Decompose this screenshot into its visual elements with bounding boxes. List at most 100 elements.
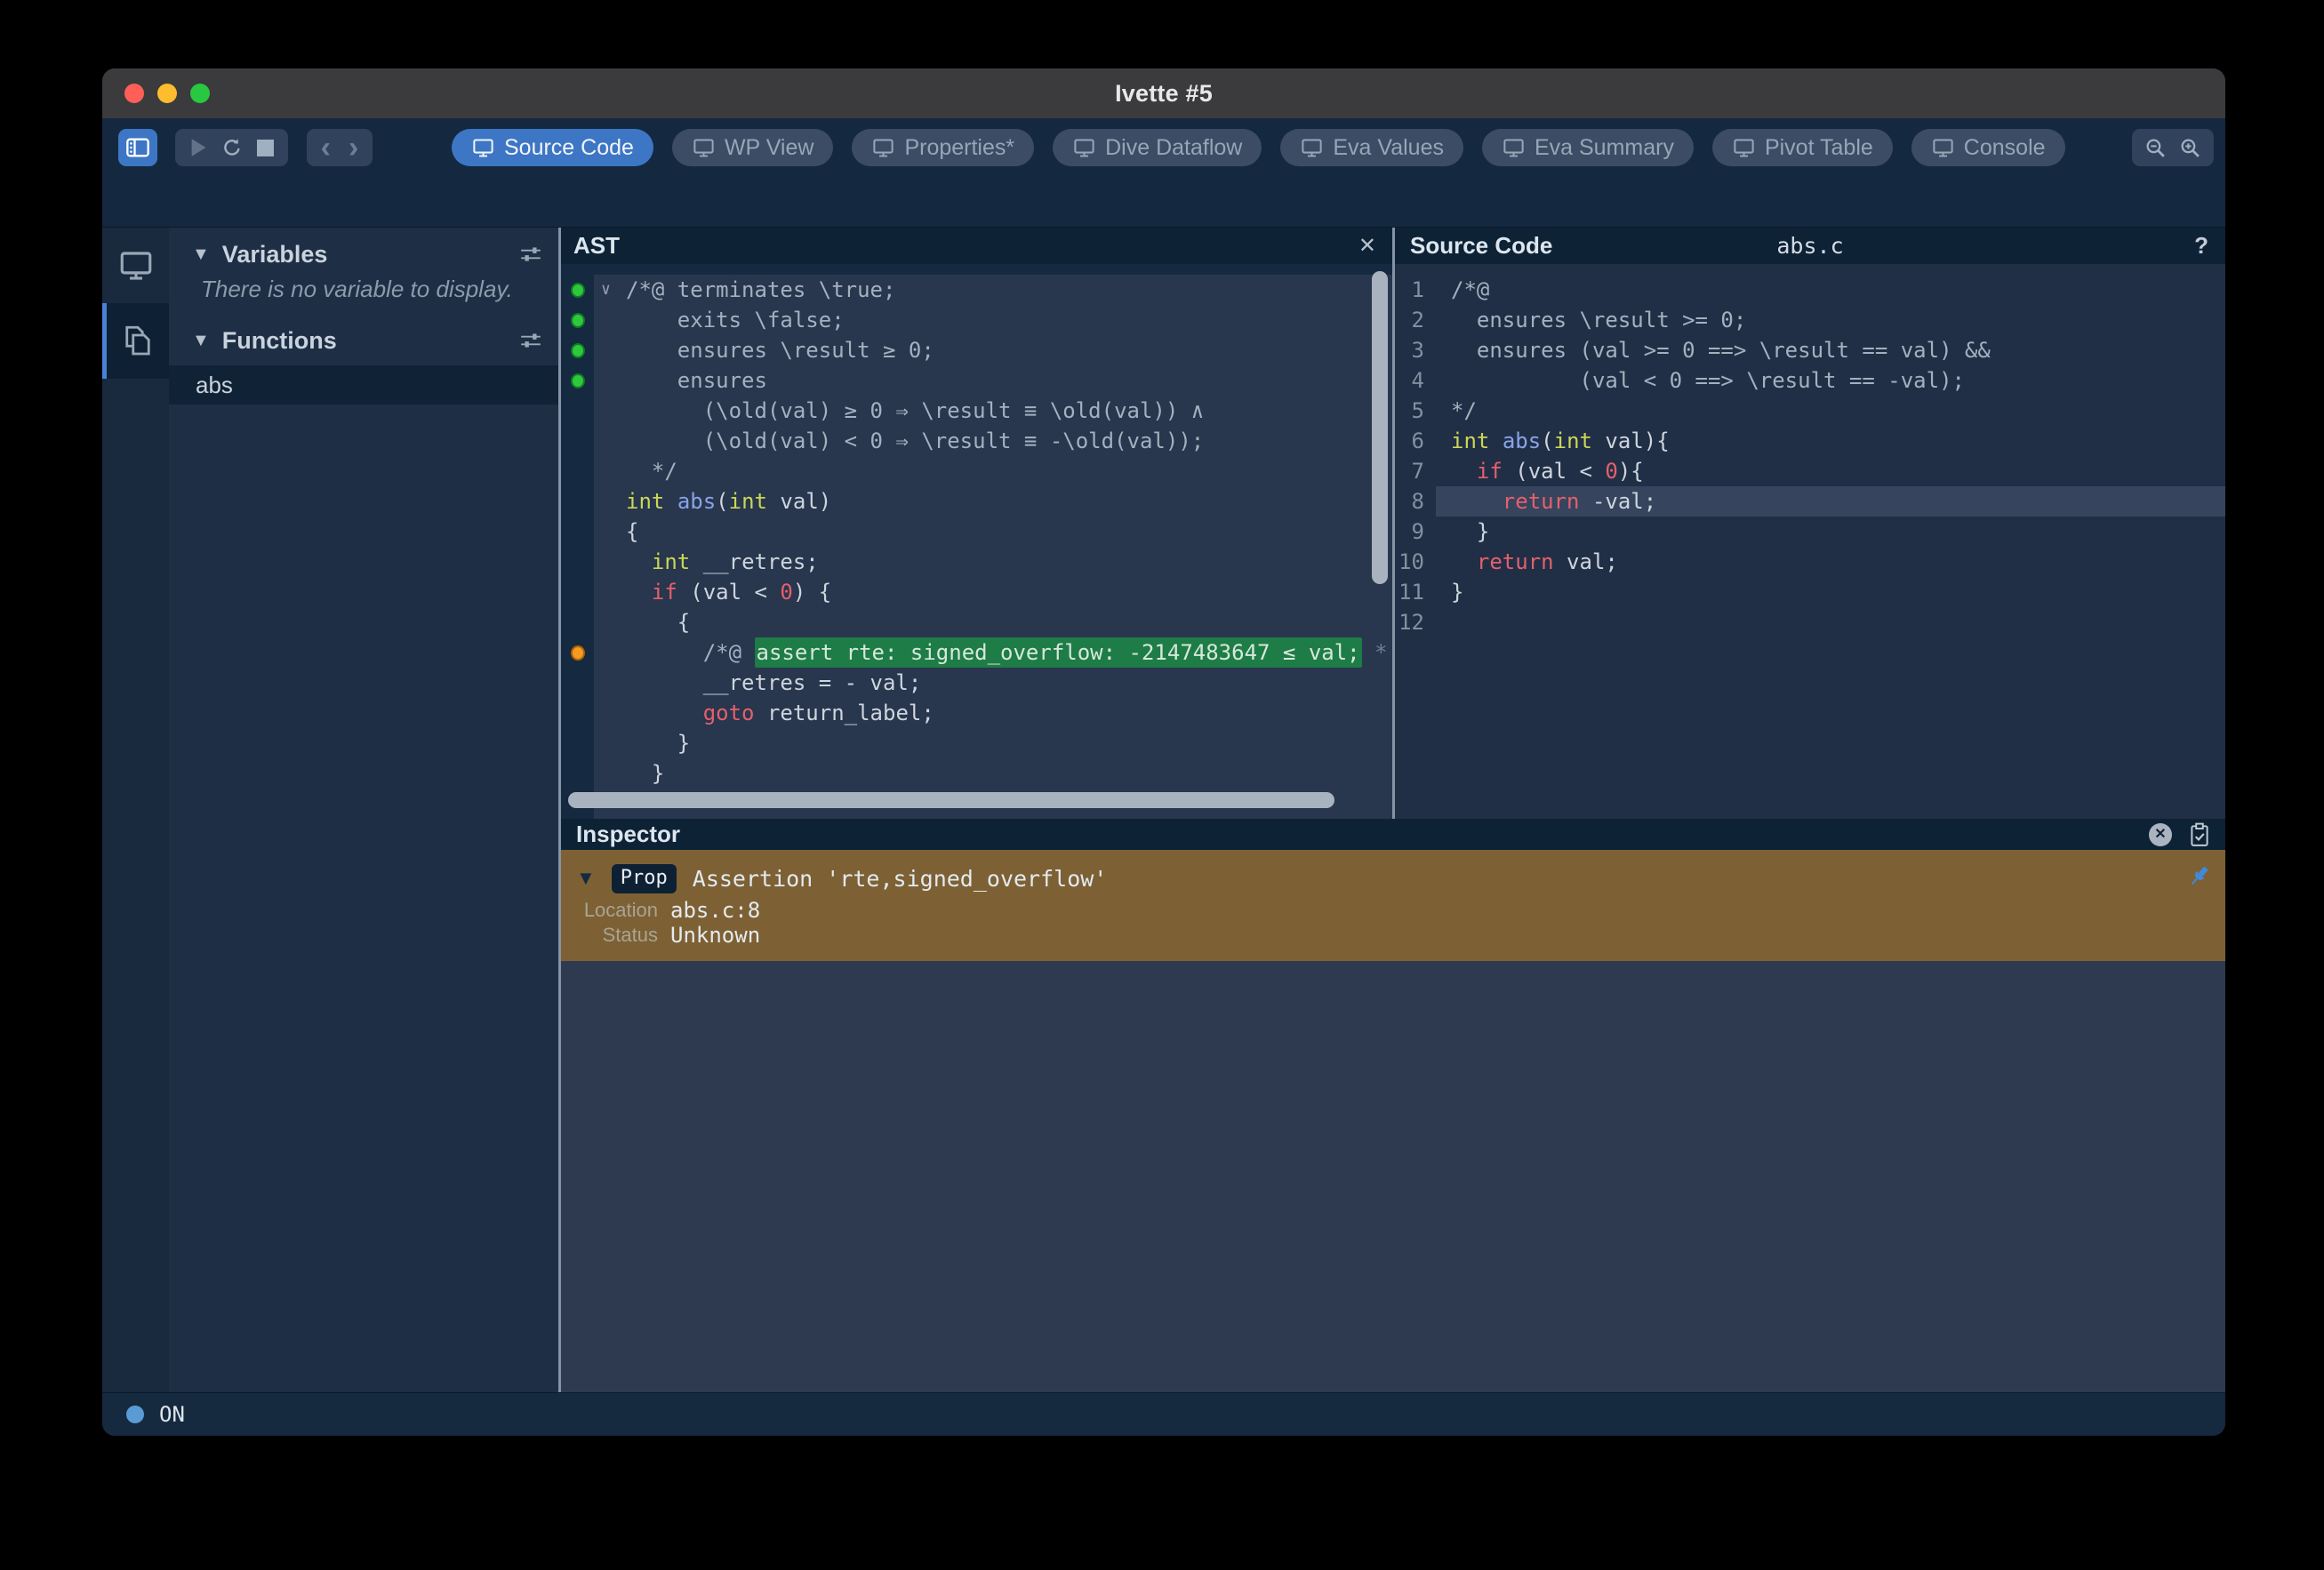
ast-code-line[interactable]: (\old(val) < 0 ⇒ \result ≡ -\old(val)); xyxy=(561,426,1392,456)
expand-chevron-icon[interactable]: ∨ xyxy=(601,275,611,305)
sidebar-toggle-button[interactable] xyxy=(118,129,157,166)
clear-items-icon[interactable]: ✕ xyxy=(2149,823,2172,846)
monitor-icon xyxy=(1300,137,1324,159)
ast-bullet-gutter xyxy=(561,577,594,607)
sidebar-section-functions[interactable]: ▼ Functions xyxy=(169,321,558,360)
ast-code-line[interactable]: */ xyxy=(561,456,1392,486)
ast-bullet-gutter xyxy=(561,517,594,547)
ast-code-line[interactable]: int __retres; xyxy=(561,547,1392,577)
play-icon[interactable] xyxy=(189,138,207,157)
source-code-line[interactable]: 3 ensures (val >= 0 ==> \result == val) … xyxy=(1395,335,2225,365)
minimize-window-button[interactable] xyxy=(157,84,177,103)
sidebar-section-variables[interactable]: ▼ Variables xyxy=(169,235,558,274)
ast-code-line[interactable]: __retres = - val; xyxy=(561,668,1392,698)
source-code-line[interactable]: 1/*@ xyxy=(1395,275,2225,305)
zoom-in-icon[interactable] xyxy=(2179,137,2201,159)
maximize-window-button[interactable] xyxy=(190,84,210,103)
sidebar: ▼ Variables There is no variable to disp… xyxy=(169,228,558,1392)
function-item-abs[interactable]: abs xyxy=(169,365,558,405)
monitor-icon xyxy=(1732,137,1756,159)
filter-settings-icon[interactable] xyxy=(519,244,542,265)
source-code-line[interactable]: 2 ensures \result >= 0; xyxy=(1395,305,2225,335)
ast-code-line[interactable]: { xyxy=(561,517,1392,547)
filter-settings-icon[interactable] xyxy=(519,330,542,351)
tab-label: Properties* xyxy=(904,135,1014,161)
ast-bullet-gutter xyxy=(561,668,594,698)
tab-wp-view[interactable]: WP View xyxy=(672,129,834,166)
collapse-triangle-icon[interactable]: ▼ xyxy=(192,244,210,265)
ast-code-line[interactable]: goto return_label; xyxy=(561,698,1392,728)
source-code-line[interactable]: 12 xyxy=(1395,607,2225,637)
monitor-icon xyxy=(1072,137,1096,159)
green-status-bullet-icon xyxy=(571,283,585,298)
source-code-line[interactable]: 9 } xyxy=(1395,517,2225,547)
functions-list: abs xyxy=(169,365,558,405)
ast-code-line[interactable]: ∨/*@ terminates \true; xyxy=(561,275,1392,305)
tab-label: Dive Dataflow xyxy=(1105,135,1242,161)
tab-source-code[interactable]: Source Code xyxy=(452,129,653,166)
tab-dive-dataflow[interactable]: Dive Dataflow xyxy=(1053,129,1262,166)
source-code-line[interactable]: 5*/ xyxy=(1395,396,2225,426)
line-number: 7 xyxy=(1395,456,1436,486)
ast-code-area[interactable]: ∨/*@ terminates \true; exits \false; ens… xyxy=(561,264,1392,819)
close-window-button[interactable] xyxy=(124,84,144,103)
ast-bullet-gutter xyxy=(561,547,594,577)
dock-close-icon[interactable]: ✕ xyxy=(1358,233,1392,259)
ast-code-line[interactable]: } xyxy=(561,758,1392,789)
source-code-area[interactable]: 1/*@2 ensures \result >= 0;3 ensures (va… xyxy=(1395,264,2225,819)
history-controls: ‹ › xyxy=(307,129,373,166)
pin-icon[interactable] xyxy=(2186,862,2213,889)
orange-status-bullet-icon xyxy=(571,645,585,661)
rail-item-states[interactable] xyxy=(102,228,169,303)
help-icon[interactable]: ? xyxy=(2194,232,2225,260)
ast-code-line[interactable]: /*@ assert rte: signed_overflow: -214748… xyxy=(561,637,1392,668)
inspector-panel: Inspector ✕ ▼ Prop Assertion ' xyxy=(561,819,2225,1392)
line-number: 3 xyxy=(1395,335,1436,365)
inspector-selected-item[interactable]: ▼ Prop Assertion 'rte,signed_overflow' L… xyxy=(561,850,2225,961)
monitor-icon xyxy=(692,137,716,159)
zoom-out-icon[interactable] xyxy=(2144,137,2167,159)
ast-code-line[interactable]: if (val < 0) { xyxy=(561,577,1392,607)
source-code-line[interactable]: 4 (val < 0 ==> \result == -val); xyxy=(1395,365,2225,396)
collapse-triangle-icon[interactable]: ▼ xyxy=(576,867,596,890)
monitor-icon xyxy=(1502,137,1526,159)
ast-code-line[interactable]: } xyxy=(561,728,1392,758)
tab-properties[interactable]: Properties* xyxy=(852,129,1034,166)
source-code-line[interactable]: 6int abs(int val){ xyxy=(1395,426,2225,456)
source-code-line[interactable]: 8 return -val; xyxy=(1395,486,2225,517)
server-status-icon[interactable] xyxy=(126,1406,144,1423)
collapse-triangle-icon[interactable]: ▼ xyxy=(192,331,210,351)
ast-bullet-gutter xyxy=(561,426,594,456)
tab-eva-summary[interactable]: Eva Summary xyxy=(1482,129,1694,166)
line-number: 8 xyxy=(1395,486,1436,517)
line-number: 5 xyxy=(1395,396,1436,426)
ast-code-line[interactable]: (\old(val) ≥ 0 ⇒ \result ≡ \old(val)) ∧ xyxy=(561,396,1392,426)
ast-code-line[interactable]: ensures \result ≥ 0; xyxy=(561,335,1392,365)
ast-horizontal-scrollbar[interactable] xyxy=(568,792,1334,808)
tab-console[interactable]: Console xyxy=(1911,129,2065,166)
rail-item-files[interactable] xyxy=(102,303,169,379)
inspector-empty-area xyxy=(561,961,2225,1392)
ast-code-line[interactable]: ensures xyxy=(561,365,1392,396)
reload-icon[interactable] xyxy=(221,137,243,158)
window-title: Ivette #5 xyxy=(1115,80,1213,108)
tab-label: Console xyxy=(1964,135,2046,161)
ast-bullet-gutter xyxy=(561,486,594,517)
ast-bullet-gutter xyxy=(561,335,594,365)
tab-eva-values[interactable]: Eva Values xyxy=(1280,129,1463,166)
monitor-icon xyxy=(117,248,155,284)
back-icon[interactable]: ‹ xyxy=(312,132,340,163)
ast-code-line[interactable]: { xyxy=(561,607,1392,637)
ast-code-line[interactable]: int abs(int val) xyxy=(561,486,1392,517)
tab-pivot-table[interactable]: Pivot Table xyxy=(1712,129,1893,166)
source-code-line[interactable]: 11} xyxy=(1395,577,2225,607)
source-code-line[interactable]: 10 return val; xyxy=(1395,547,2225,577)
location-value[interactable]: abs.c:8 xyxy=(658,898,760,923)
forward-icon[interactable]: › xyxy=(340,132,367,163)
ast-vertical-scrollbar[interactable] xyxy=(1372,271,1388,584)
ast-bullet-gutter xyxy=(561,365,594,396)
ast-code-line[interactable]: exits \false; xyxy=(561,305,1392,335)
source-code-line[interactable]: 7 if (val < 0){ xyxy=(1395,456,2225,486)
stop-icon[interactable] xyxy=(257,140,274,156)
clipboard-check-icon[interactable] xyxy=(2188,822,2211,847)
